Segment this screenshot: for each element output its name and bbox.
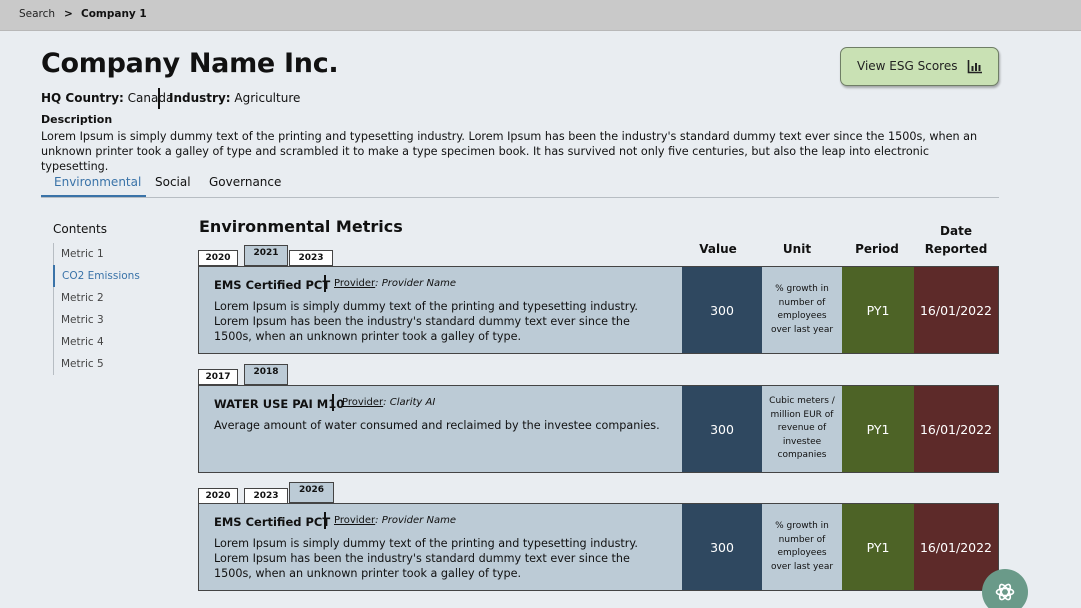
hq-country: HQ Country: Canada	[41, 91, 173, 105]
metric-unit: % growth in number of employees over las…	[770, 521, 834, 572]
industry: Industry: Agriculture	[169, 91, 300, 105]
metric-provider: Provider: Clarity AI	[342, 397, 435, 408]
metric-provider-divider	[324, 512, 326, 529]
metric-provider: Provider: Provider Name	[334, 515, 456, 526]
column-header-period: Period	[855, 242, 899, 256]
year-tab[interactable]: 2017	[198, 369, 238, 385]
provider-value: : Clarity AI	[383, 397, 436, 408]
year-tab[interactable]: 2020	[198, 250, 238, 266]
metric-value: 300	[682, 504, 762, 590]
year-tab-selected[interactable]: 2026	[289, 482, 334, 503]
contents-item-metric-5[interactable]: Metric 5	[54, 353, 163, 375]
metric-period: PY1	[842, 504, 914, 590]
hq-country-label: HQ Country:	[41, 91, 124, 105]
provider-label: Provider	[342, 397, 384, 408]
metric-description: Lorem Ipsum is simply dummy text of the …	[214, 300, 638, 343]
year-tab-selected[interactable]: 2021	[244, 245, 288, 266]
metric-card: WATER USE PAI M10 Provider: Clarity AI A…	[198, 385, 999, 473]
contents-item-metric-3[interactable]: Metric 3	[54, 309, 163, 331]
metric-name: EMS Certified PCT	[214, 278, 331, 292]
metric-provider-divider	[332, 394, 334, 411]
metric-description: Average amount of water consumed and rec…	[214, 419, 660, 432]
industry-label: Industry:	[169, 91, 231, 105]
provider-label: Provider	[334, 515, 376, 526]
view-esg-scores-label: View ESG Scores	[857, 59, 958, 73]
company-description: Lorem Ipsum is simply dummy text of the …	[41, 130, 978, 173]
metric-provider-divider	[324, 275, 326, 292]
breadcrumb-separator: >	[64, 8, 73, 20]
metrics-heading: Environmental Metrics	[199, 217, 403, 236]
contents-item-metric-4[interactable]: Metric 4	[54, 331, 163, 353]
year-tab[interactable]: 2020	[198, 488, 238, 504]
column-header-unit: Unit	[782, 242, 812, 256]
metric-card: EMS Certified PCT Provider: Provider Nam…	[198, 503, 999, 591]
hq-country-value: Canada	[123, 91, 174, 105]
contents-item-co2-emissions[interactable]: CO2 Emissions	[53, 265, 163, 287]
year-tab-selected[interactable]: 2018	[244, 364, 288, 385]
chat-assistant-button[interactable]	[982, 569, 1028, 608]
breadcrumb-search-link[interactable]: Search	[19, 8, 55, 20]
metric-value: 300	[682, 386, 762, 472]
provider-value: : Provider Name	[375, 278, 456, 289]
provider-value: : Provider Name	[375, 515, 456, 526]
breadcrumb-current: Company 1	[81, 8, 147, 20]
contents-item-metric-1[interactable]: Metric 1	[54, 243, 163, 265]
meta-divider	[158, 88, 160, 109]
tab-governance[interactable]: Governance	[209, 175, 281, 189]
page-title: Company Name Inc.	[41, 48, 339, 79]
tab-environmental[interactable]: Environmental	[54, 175, 141, 189]
view-esg-scores-button[interactable]: View ESG Scores	[840, 47, 999, 86]
contents-heading: Contents	[53, 222, 107, 236]
metric-value: 300	[682, 267, 762, 353]
column-header-value: Value	[699, 242, 737, 256]
metric-date-reported: 16/01/2022	[914, 267, 998, 353]
metric-period: PY1	[842, 267, 914, 353]
description-heading: Description	[41, 113, 113, 126]
tab-divider	[41, 197, 999, 198]
tab-social[interactable]: Social	[155, 175, 191, 189]
metric-name: EMS Certified PCT	[214, 515, 331, 529]
contents-item-metric-2[interactable]: Metric 2	[54, 287, 163, 309]
contents-list: Metric 1 CO2 Emissions Metric 2 Metric 3…	[53, 243, 163, 375]
metric-name: WATER USE PAI M10	[214, 397, 345, 411]
industry-value: Agriculture	[230, 91, 301, 105]
metric-unit: % growth in number of employees over las…	[770, 284, 834, 335]
metric-unit: Cubic meters / million EUR of revenue of…	[769, 396, 835, 461]
chat-assistant-icon	[995, 583, 1015, 601]
year-tab[interactable]: 2023	[289, 250, 333, 266]
provider-label: Provider	[334, 278, 376, 289]
metric-card: EMS Certified PCT Provider: Provider Nam…	[198, 266, 999, 354]
column-header-date-reported: Date Reported	[924, 224, 988, 256]
breadcrumb: Search > Company 1	[0, 0, 1081, 31]
metric-date-reported: 16/01/2022	[914, 386, 998, 472]
metric-period: PY1	[842, 386, 914, 472]
bar-chart-icon	[967, 60, 982, 74]
year-tab[interactable]: 2023	[244, 488, 288, 504]
metric-date-reported: 16/01/2022	[914, 504, 998, 590]
metric-provider: Provider: Provider Name	[334, 278, 456, 289]
metric-description: Lorem Ipsum is simply dummy text of the …	[214, 537, 638, 580]
